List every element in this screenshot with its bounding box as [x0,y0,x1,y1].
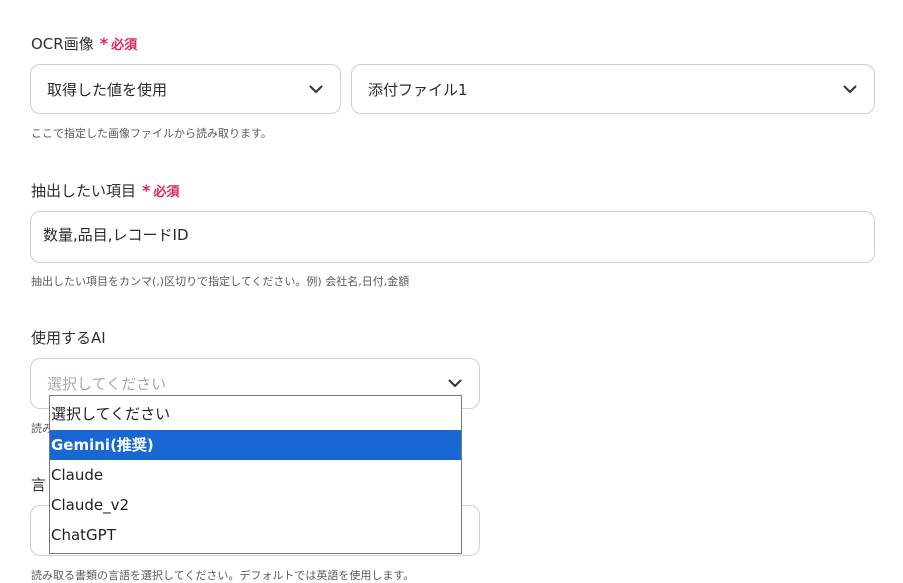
ocr-source-select[interactable]: 取得した値を使用 [30,64,341,114]
extract-items-label: 抽出したい項目 [31,182,137,200]
ocr-source-select-value: 取得した値を使用 [47,80,168,99]
chevron-down-icon [308,81,324,97]
required-asterisk-icon: * [99,34,109,53]
ai-select-placeholder: 選択してください [47,375,167,393]
ai-option-gemini[interactable]: Gemini(推奨) [50,430,461,460]
extract-items-hint: 抽出したい項目をカンマ(,)区切りで指定してください。例) 会社名,日付,金額 [31,275,410,288]
ai-dropdown-list[interactable]: 選択してください Gemini(推奨) Claude Claude_v2 Cha… [49,395,462,554]
language-label-partial: 言 [31,476,47,494]
extract-items-label-row: 抽出したい項目 * 必須 [31,180,179,201]
ocr-image-label-row: OCR画像 * 必須 [31,33,137,54]
ai-option-chatgpt[interactable]: ChatGPT [50,520,461,550]
required-asterisk-icon: * [142,181,151,200]
ai-option-placeholder[interactable]: 選択してください [50,398,461,430]
ai-option-claude[interactable]: Claude [50,460,461,490]
required-text: 必須 [153,185,180,200]
required-badge: * 必須 [142,181,180,200]
ai-option-claude-v2[interactable]: Claude_v2 [50,490,461,520]
chevron-down-icon [447,376,463,392]
ocr-file-select[interactable]: 添付ファイル1 [351,64,875,114]
ocr-image-hint: ここで指定した画像ファイルから読み取ります。 [31,127,272,140]
required-badge: * 必須 [100,34,138,53]
ocr-file-select-value: 添付ファイル1 [368,80,468,99]
extract-items-value: 数量,品目,レコードID [43,226,189,244]
required-text: 必須 [111,38,138,53]
ocr-image-label: OCR画像 [31,35,94,53]
chevron-down-icon [842,81,858,97]
ai-label: 使用するAI [31,329,106,347]
extract-items-input[interactable]: 数量,品目,レコードID [30,211,875,263]
language-hint: 読み取る書類の言語を選択してください。デフォルトでは英語を使用します。 [31,569,415,582]
